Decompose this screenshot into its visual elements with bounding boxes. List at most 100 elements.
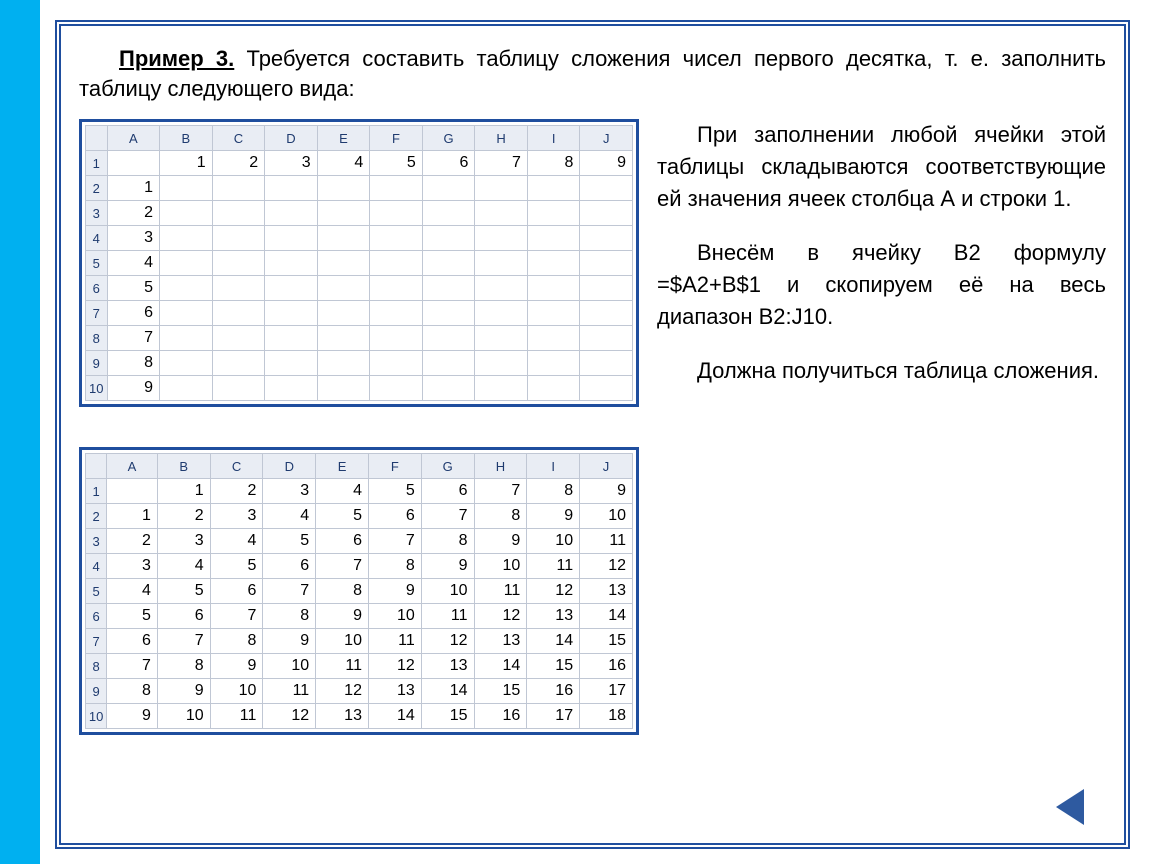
cell: 14 xyxy=(368,704,421,729)
cell-empty xyxy=(212,251,265,276)
cell-empty xyxy=(422,176,475,201)
cell: 6 xyxy=(157,604,210,629)
cell-empty xyxy=(317,376,370,401)
col-header: D xyxy=(265,126,318,151)
col-header: I xyxy=(527,126,580,151)
slide-title: Пример 3. Требуется составить таблицу сл… xyxy=(79,44,1106,103)
cell: 12 xyxy=(263,704,316,729)
cell: 5 xyxy=(316,504,369,529)
cell: 1 xyxy=(107,176,160,201)
col-header: D xyxy=(263,454,316,479)
col-header: H xyxy=(474,454,527,479)
cell: 8 xyxy=(527,479,580,504)
col-header: I xyxy=(527,454,580,479)
cell: 9 xyxy=(368,579,421,604)
cell-empty xyxy=(160,326,213,351)
cell: 7 xyxy=(210,604,263,629)
paragraph-2: Внесём в ячейку В2 формулу =$A2+B$1 и ск… xyxy=(657,237,1106,333)
cell: 11 xyxy=(474,579,527,604)
spreadsheet-empty: ABCDEFGHIJ11234567892132435465768798109 xyxy=(79,119,639,407)
col-header: G xyxy=(422,126,475,151)
cell: 14 xyxy=(421,679,474,704)
cell-empty xyxy=(580,226,633,251)
cell: 16 xyxy=(527,679,580,704)
cell: 5 xyxy=(210,554,263,579)
cell-empty xyxy=(317,276,370,301)
cell-empty xyxy=(317,351,370,376)
cell: 11 xyxy=(421,604,474,629)
cell-empty xyxy=(212,301,265,326)
cell-empty xyxy=(475,351,528,376)
row-header: 9 xyxy=(86,351,108,376)
cell: 9 xyxy=(107,376,160,401)
cell-empty xyxy=(422,376,475,401)
cell-empty xyxy=(212,176,265,201)
cell: 13 xyxy=(527,604,580,629)
cell-empty xyxy=(370,301,423,326)
col-header: J xyxy=(580,126,633,151)
cell-empty xyxy=(475,201,528,226)
cell: 1 xyxy=(107,504,158,529)
cell-empty xyxy=(580,201,633,226)
cell-empty xyxy=(475,226,528,251)
cell: 7 xyxy=(157,629,210,654)
cell: 4 xyxy=(317,151,370,176)
cell: 9 xyxy=(157,679,210,704)
cell: 6 xyxy=(107,629,158,654)
cell-empty xyxy=(265,276,318,301)
cell-empty xyxy=(527,351,580,376)
cell: 5 xyxy=(107,604,158,629)
cell-empty xyxy=(580,301,633,326)
cell: 3 xyxy=(107,226,160,251)
col-header: A xyxy=(107,126,160,151)
cell: 14 xyxy=(580,604,633,629)
cell-empty xyxy=(265,301,318,326)
cell: 13 xyxy=(421,654,474,679)
cell-empty xyxy=(527,201,580,226)
col-header: F xyxy=(370,126,423,151)
cell: 9 xyxy=(107,704,158,729)
cell-empty xyxy=(475,276,528,301)
cell-empty xyxy=(212,201,265,226)
cell: 16 xyxy=(580,654,633,679)
cell xyxy=(107,479,158,504)
cell xyxy=(107,151,160,176)
cell: 11 xyxy=(580,529,633,554)
col-header: J xyxy=(580,454,633,479)
cell-empty xyxy=(265,376,318,401)
cell-empty xyxy=(160,276,213,301)
cell-empty xyxy=(527,301,580,326)
cell: 13 xyxy=(316,704,369,729)
cell-empty xyxy=(422,351,475,376)
row-header: 4 xyxy=(86,554,107,579)
cell: 8 xyxy=(263,604,316,629)
cell: 15 xyxy=(474,679,527,704)
cell-empty xyxy=(160,201,213,226)
cell-empty xyxy=(580,251,633,276)
cell: 15 xyxy=(527,654,580,679)
cell: 2 xyxy=(107,529,158,554)
col-header: G xyxy=(421,454,474,479)
cell: 13 xyxy=(474,629,527,654)
cell: 8 xyxy=(316,579,369,604)
cell: 7 xyxy=(475,151,528,176)
col-header: E xyxy=(316,454,369,479)
cell-empty xyxy=(317,251,370,276)
cell-empty xyxy=(475,251,528,276)
cell: 15 xyxy=(580,629,633,654)
cell-empty xyxy=(160,351,213,376)
cell: 4 xyxy=(263,504,316,529)
nav-back-button[interactable] xyxy=(1056,789,1084,825)
cell: 17 xyxy=(580,679,633,704)
cell: 6 xyxy=(421,479,474,504)
cell: 4 xyxy=(157,554,210,579)
cell-empty xyxy=(580,176,633,201)
cell-empty xyxy=(370,226,423,251)
cell: 10 xyxy=(210,679,263,704)
cell: 13 xyxy=(368,679,421,704)
cell: 8 xyxy=(107,679,158,704)
cell: 8 xyxy=(421,529,474,554)
cell-empty xyxy=(212,351,265,376)
cell-empty xyxy=(527,276,580,301)
cell: 5 xyxy=(107,276,160,301)
